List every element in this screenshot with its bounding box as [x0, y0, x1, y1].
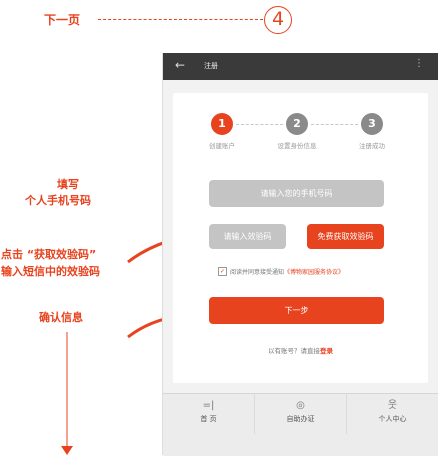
register-card: 1 2 3 创建账户 设置身份信息 注册成功 请输入您的手机号码 请输入效验码 …	[173, 93, 428, 383]
page-title: 注册	[204, 62, 218, 70]
nav-home[interactable]: =| 首 页	[163, 394, 255, 434]
step-3-label: 注册成功	[359, 142, 385, 150]
agree-prefix: 阅读并同意接受通知	[230, 269, 285, 276]
login-prefix: 以有账号？请直接	[268, 347, 320, 355]
nav-profile-label: 个人中心	[378, 415, 407, 423]
more-menu-icon[interactable]: ⋮	[414, 58, 424, 69]
step-3-circle: 3	[361, 113, 383, 135]
location-icon: ◎	[296, 400, 305, 411]
back-arrow-icon[interactable]: ←	[175, 58, 185, 72]
nav-self-service-label: 自助办证	[286, 415, 315, 423]
step-1-label: 创建账户	[209, 142, 235, 150]
nav-profile[interactable]: 웃 个人中心	[347, 394, 438, 434]
phone-input[interactable]: 请输入您的手机号码	[209, 180, 384, 207]
code-input[interactable]: 请输入效验码	[209, 224, 286, 249]
nav-self-service[interactable]: ◎ 自助办证	[255, 394, 347, 434]
step-2-label: 设置身份信息	[277, 142, 317, 150]
step-1-circle: 1	[211, 113, 233, 135]
login-line: 以有账号？请直接登录	[173, 345, 428, 355]
app-bar: ← 注册 ⋮	[163, 53, 438, 80]
next-step-button[interactable]: 下一步	[209, 297, 384, 324]
agreement-link[interactable]: 《博物家园服务协议》	[284, 269, 344, 276]
agree-text: 阅读并同意接受通知《博物家园服务协议》	[230, 267, 344, 276]
step-separator-2	[311, 124, 358, 125]
bottom-nav: =| 首 页 ◎ 自助办证 웃 个人中心	[163, 393, 438, 456]
home-icon: =|	[202, 400, 215, 411]
agree-checkbox[interactable]: ✓	[218, 267, 227, 276]
step-separator-1	[236, 124, 283, 125]
login-link[interactable]: 登录	[320, 347, 333, 355]
down-arrow-head	[61, 446, 73, 455]
phone-screen: ← 注册 ⋮ 1 2 3 创建账户 设置身份信息 注册成功 请输入您的手机号码 …	[162, 53, 438, 456]
nav-home-label: 首 页	[200, 415, 217, 423]
step-2-circle: 2	[286, 113, 308, 135]
user-icon: 웃	[387, 400, 398, 411]
get-code-button[interactable]: 免费获取效验码	[307, 224, 384, 249]
